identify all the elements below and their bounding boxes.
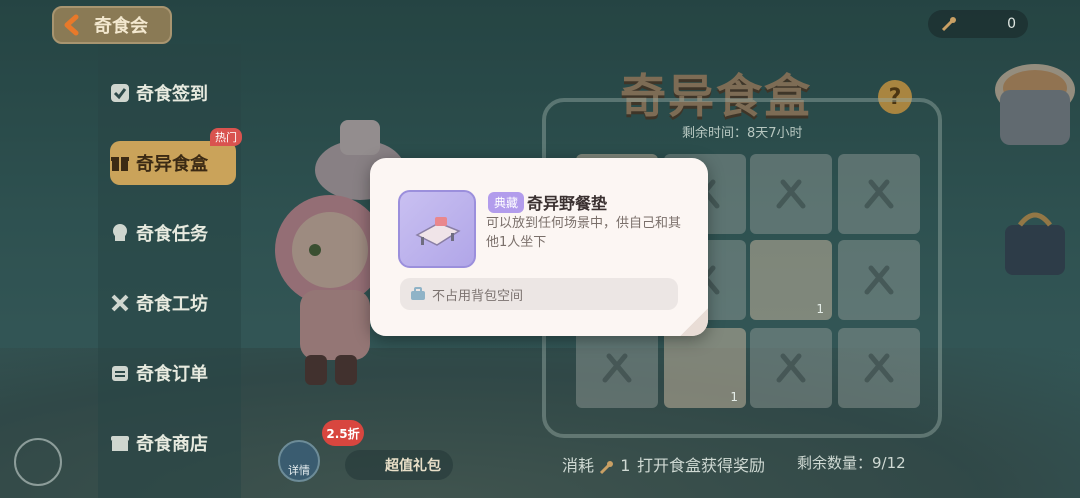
item-description: 可以放到任何场景中，供自己和其他1人坐下 [486,216,682,250]
gift-pack-button[interactable]: 超值礼包 [345,450,453,480]
item-name: 奇异野餐垫 [527,194,608,213]
fork-spoon-icon [864,265,894,295]
tools-icon [111,294,129,312]
bag-icon [411,287,425,300]
hot-badge: 热门 [210,128,242,146]
back-title: 奇食会 [94,16,148,37]
sidebar-item-tasks[interactable]: 奇食任务 [110,211,236,255]
currency-display: 0 [928,10,1028,38]
sidebar-item-shop[interactable]: 奇食商店 [110,421,236,465]
grid-cell-empty[interactable] [838,328,920,408]
sidebar-item-label: 奇异食盒 [136,154,208,175]
remaining-count: 剩余数量：9/12 [797,454,906,472]
storage-info: 不占用背包空间 [400,278,678,310]
currency-value: 0 [1007,16,1016,32]
open-box-text: 打开食盒获得奖励 [637,456,766,475]
gift-box-icon [111,157,129,171]
grid-cell-empty[interactable] [576,328,658,408]
item-image [398,190,476,268]
page-fold [680,308,708,336]
grid-cell-empty[interactable] [750,154,832,234]
grid-cell-empty[interactable] [838,240,920,320]
key-icon [600,460,614,474]
shop-icon [111,436,129,451]
back-arrow-icon [64,14,79,36]
grid-cell-item[interactable]: 1 [750,240,832,320]
grid-cell-empty[interactable] [838,154,920,234]
item-detail-popup: 典藏 奇异野餐垫 可以放到任何场景中，供自己和其他1人坐下 不占用背包空间 [370,158,708,336]
detail-button[interactable]: 详情 [278,440,320,482]
fork-spoon-icon [864,353,894,383]
sidebar: 奇食签到 奇异食盒 奇食任务 奇食工坊 奇食订单 奇食商店 [98,44,241,498]
item-count: 1 [816,302,824,316]
discount-badge: 2.5折 [322,420,364,446]
storage-info-text: 不占用背包空间 [432,288,524,304]
gift-pack-label: 超值礼包 [385,458,441,474]
sidebar-item-label: 奇食任务 [136,224,208,245]
item-count: 1 [730,390,738,404]
sidebar-item-label: 奇食订单 [136,364,208,385]
sidebar-item-food-box[interactable]: 奇异食盒 [110,141,236,185]
sidebar-item-workshop[interactable]: 奇食工坊 [110,281,236,325]
consume-info: 消耗 1 [562,452,630,476]
grid-cell-empty[interactable] [750,328,832,408]
order-icon [112,366,128,381]
fork-spoon-icon [776,353,806,383]
picnic-mat-icon [415,217,461,246]
fork-spoon-icon [776,179,806,209]
detail-label: 详情 [288,464,310,477]
sidebar-item-label: 奇食签到 [136,84,208,105]
consume-label: 消耗 [562,456,595,475]
fork-spoon-icon [864,179,894,209]
joystick-control[interactable] [14,438,62,486]
consume-count: 1 [620,456,631,475]
fork-spoon-icon [602,353,632,383]
chef-hat-icon [113,224,127,241]
sidebar-item-label: 奇食工坊 [136,294,208,315]
check-icon [111,84,129,102]
sidebar-item-checkin[interactable]: 奇食签到 [110,71,236,115]
sidebar-item-orders[interactable]: 奇食订单 [110,351,236,395]
back-button[interactable]: 奇食会 [52,6,172,44]
grid-cell-item[interactable]: 1 [664,328,746,408]
key-icon [941,17,956,32]
sidebar-item-label: 奇食商店 [136,434,208,455]
rarity-badge: 典藏 [488,192,525,213]
